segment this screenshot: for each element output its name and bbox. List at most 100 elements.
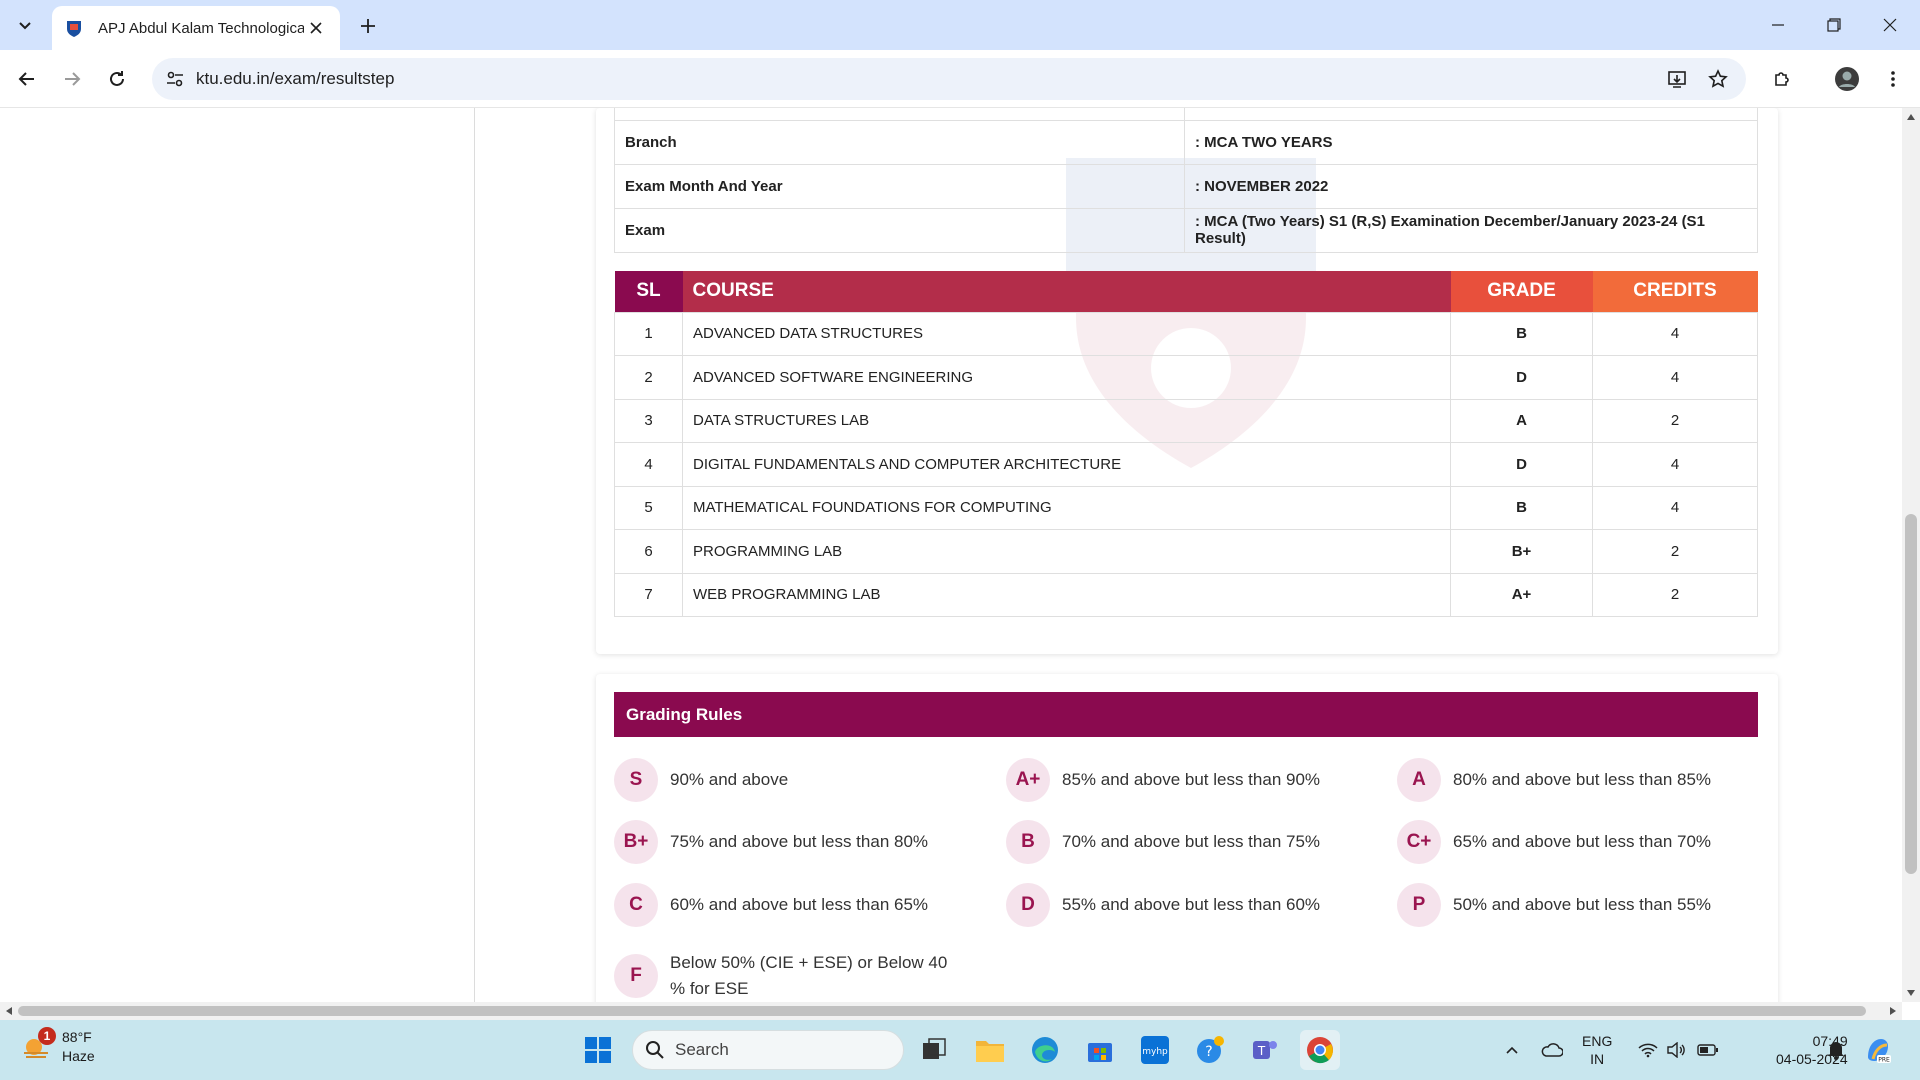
region-code: IN [1590, 1051, 1605, 1067]
cloud-icon [1541, 1043, 1563, 1057]
vertical-scroll-thumb[interactable] [1905, 514, 1917, 874]
info-row-branch: Branch : MCA TWO YEARS [614, 119, 1758, 165]
grade-rule-a: A 80% and above but less than 85% [1397, 758, 1711, 802]
horizontal-scrollbar[interactable] [0, 1002, 1902, 1020]
file-explorer-button[interactable] [970, 1030, 1010, 1070]
sl-cell: 6 [614, 529, 683, 574]
weather-widget[interactable]: 1 88°F Haze [20, 1027, 95, 1066]
tune-icon [167, 71, 183, 87]
scroll-up-button[interactable] [1902, 108, 1920, 126]
grade-rule-d: D 55% and above but less than 60% [1006, 883, 1320, 927]
reload-button[interactable] [100, 62, 134, 96]
credits-header: CREDITS [1592, 271, 1758, 312]
result-card: Branch : MCA TWO YEARS Exam Month And Ye… [596, 108, 1778, 654]
table-row: 4 DIGITAL FUNDAMENTALS AND COMPUTER ARCH… [614, 442, 1758, 487]
scroll-down-button[interactable] [1902, 984, 1920, 1002]
teams-button[interactable]: T [1245, 1030, 1285, 1070]
install-app-button[interactable] [1662, 64, 1692, 94]
windows-taskbar: 1 88°F Haze Search myhp ? T ENG IN 07:49… [0, 1020, 1920, 1080]
edge-button[interactable] [1025, 1030, 1065, 1070]
taskbar-search[interactable]: Search [632, 1030, 904, 1070]
notifications-button[interactable] [1822, 1030, 1850, 1070]
grade-badge: D [1006, 883, 1050, 927]
chevron-down-icon [19, 22, 31, 30]
course-cell: DIGITAL FUNDAMENTALS AND COMPUTER ARCHIT… [682, 442, 1451, 487]
tab-close-button[interactable] [304, 16, 328, 40]
forward-button[interactable] [55, 62, 89, 96]
grade-rule-text: 90% and above [670, 770, 789, 789]
teams-icon: T [1253, 1041, 1277, 1059]
chrome-icon [1307, 1037, 1333, 1064]
horizontal-scroll-thumb[interactable] [18, 1006, 1866, 1016]
get-help-button[interactable]: ? [1190, 1030, 1230, 1070]
weather-alert-badge: 1 [38, 1027, 56, 1045]
tab-title: APJ Abdul Kalam Technological [98, 19, 304, 37]
grade-cell: B [1450, 485, 1593, 530]
close-icon [1883, 18, 1897, 32]
temperature: 88°F [62, 1029, 92, 1045]
new-tab-button[interactable] [352, 10, 384, 42]
close-icon [310, 22, 322, 34]
speaker-icon [1667, 1042, 1685, 1058]
grade-rule-text: 50% and above but less than 55% [1453, 895, 1712, 914]
course-cell: WEB PROGRAMMING LAB [682, 572, 1451, 617]
triangle-down-icon [1907, 990, 1915, 996]
sl-cell: 1 [614, 311, 683, 356]
wifi-tray-button[interactable] [1636, 1030, 1660, 1070]
task-view-button[interactable] [914, 1030, 954, 1070]
svg-text:myhp: myhp [1142, 1047, 1168, 1057]
info-value-exam-month: : NOVEMBER 2022 [1184, 163, 1758, 209]
copilot-button[interactable]: PRE [1860, 1030, 1896, 1070]
credits-cell: 2 [1592, 572, 1758, 617]
grade-cell: A [1450, 398, 1593, 443]
reload-icon [110, 71, 124, 86]
address-bar[interactable]: ktu.edu.in/exam/resultstep [152, 58, 1746, 100]
bookmark-button[interactable] [1703, 64, 1733, 94]
back-button[interactable] [10, 62, 44, 96]
search-placeholder: Search [675, 1040, 729, 1059]
browser-menu-button[interactable] [1876, 62, 1910, 96]
battery-tray-button[interactable] [1694, 1030, 1722, 1070]
show-hidden-icons-button[interactable] [1500, 1030, 1524, 1070]
myhp-button[interactable]: myhp [1135, 1030, 1175, 1070]
url-text[interactable]: ktu.edu.in/exam/resultstep [196, 69, 394, 89]
language-indicator[interactable]: ENG IN [1582, 1032, 1612, 1068]
grade-rule-text: Below 50% (CIE + ESE) or Below 40 % for … [670, 953, 948, 998]
edge-icon [1032, 1037, 1058, 1063]
sl-cell: 3 [614, 398, 683, 443]
start-button[interactable] [578, 1030, 618, 1070]
grade-badge: S [614, 758, 658, 802]
onedrive-tray-button[interactable] [1538, 1030, 1566, 1070]
microsoft-store-button[interactable] [1080, 1030, 1120, 1070]
restore-button[interactable] [1806, 0, 1862, 50]
volume-tray-button[interactable] [1664, 1030, 1688, 1070]
grade-rule-text: 85% and above but less than 90% [1062, 770, 1321, 789]
info-value-branch: : MCA TWO YEARS [1184, 119, 1758, 165]
grade-badge: A [1397, 758, 1441, 802]
grade-cell: D [1450, 442, 1593, 487]
site-info-button[interactable] [160, 64, 190, 94]
table-row: 2 ADVANCED SOFTWARE ENGINEERING D 4 [614, 355, 1758, 400]
arrow-right-icon [65, 72, 81, 86]
table-row: 7 WEB PROGRAMMING LAB A+ 2 [614, 572, 1758, 617]
window-close-button[interactable] [1862, 0, 1918, 50]
grade-cell: B [1450, 311, 1593, 356]
scroll-right-button[interactable] [1884, 1002, 1902, 1020]
grade-rule-text: 65% and above but less than 70% [1453, 832, 1712, 851]
weather-haze-icon: 1 [20, 1027, 56, 1063]
scroll-left-button[interactable] [0, 1002, 18, 1020]
active-tab[interactable]: APJ Abdul Kalam Technological [52, 6, 340, 50]
vertical-scrollbar[interactable] [1902, 108, 1920, 1002]
chrome-button[interactable] [1300, 1030, 1340, 1070]
plus-icon [361, 19, 375, 33]
extensions-button[interactable] [1765, 62, 1799, 96]
credits-cell: 2 [1592, 529, 1758, 574]
tab-search-button[interactable] [8, 10, 42, 40]
minimize-button[interactable] [1750, 0, 1806, 50]
arrow-left-icon [18, 72, 34, 86]
grade-rule-text: 80% and above but less than 85% [1453, 770, 1712, 789]
table-row: 6 PROGRAMMING LAB B+ 2 [614, 529, 1758, 574]
puzzle-icon [1775, 72, 1789, 86]
info-value [1184, 108, 1758, 121]
profile-avatar[interactable] [1830, 62, 1864, 96]
